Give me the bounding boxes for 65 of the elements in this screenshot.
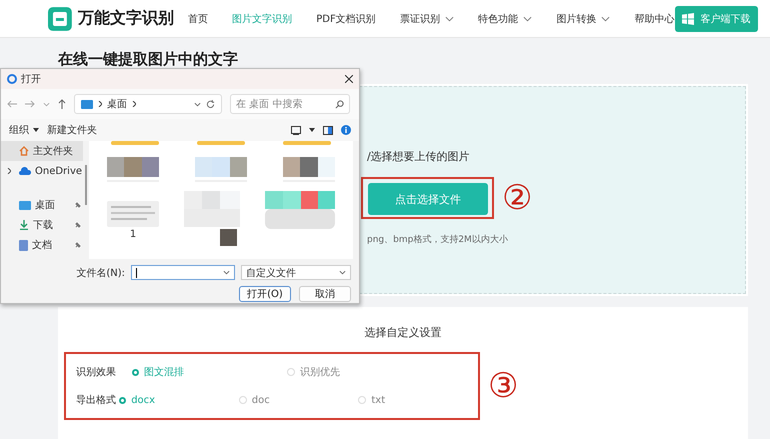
view-icon[interactable] — [291, 126, 301, 134]
chevron-icon — [7, 168, 11, 174]
nav-link[interactable]: 票证识别 — [400, 12, 454, 26]
nav-link[interactable]: 特色功能 — [478, 12, 532, 26]
sidebar-label: 文档 — [32, 238, 52, 252]
chevron-icon — [98, 101, 102, 107]
sidebar-label: 桌面 — [35, 198, 55, 212]
caret-icon — [601, 16, 610, 22]
sidebar-label: 下载 — [33, 218, 53, 232]
settings-title: 选择自定义设置 — [364, 325, 442, 340]
caret-icon — [223, 270, 230, 275]
radio-option[interactable]: 识别优先 — [287, 365, 442, 379]
caret-icon — [444, 16, 454, 22]
windows-icon — [682, 12, 694, 24]
address-bar[interactable]: 桌面 — [74, 94, 222, 114]
radio-option[interactable]: doc — [238, 394, 358, 406]
nav-link[interactable]: 帮助中心 — [634, 12, 675, 26]
upload-prompt: /选择想要上传的图片 — [367, 149, 470, 164]
search-field[interactable]: 在 桌面 中搜索 — [230, 94, 350, 114]
address-text: 桌面 — [107, 98, 127, 111]
cancel-button[interactable]: 取消 — [299, 286, 351, 302]
logo-text: 万能文字识别 — [78, 8, 174, 29]
pin-icon — [75, 202, 81, 208]
refresh-icon — [206, 100, 215, 108]
preview-pane-icon[interactable] — [323, 126, 333, 134]
cloud-icon — [19, 167, 31, 175]
nav-link[interactable]: 首页 — [188, 12, 208, 26]
step-number: ③ — [488, 368, 518, 404]
close-icon[interactable] — [345, 75, 353, 83]
chevron-icon — [132, 101, 136, 107]
file-name-field[interactable] — [131, 265, 235, 280]
page-title: 在线一键提取图片中的文字 — [58, 50, 239, 70]
pin-icon — [75, 222, 81, 228]
radio-option[interactable]: txt — [358, 394, 478, 406]
file-name: 1 — [130, 229, 136, 240]
organize-menu[interactable]: 组织 — [9, 123, 39, 137]
sidebar-item[interactable]: 主文件夹 — [1, 141, 83, 161]
monitor-icon — [81, 100, 93, 108]
open-button[interactable]: 打开(O) — [239, 286, 291, 302]
logo-icon — [48, 6, 72, 30]
up-arrow-icon[interactable] — [58, 99, 66, 109]
file-name-label: 文件名(N): — [76, 266, 125, 280]
caret-icon — [339, 270, 346, 275]
nav-link[interactable]: 图片转换 — [556, 12, 610, 26]
option-label: 识别效果 — [76, 366, 117, 379]
caret-icon — [194, 102, 201, 106]
caret-icon — [33, 128, 39, 132]
nav-link[interactable]: PDF文档识别 — [316, 12, 376, 26]
search-placeholder: 在 桌面 中搜索 — [236, 98, 302, 111]
help-icon[interactable] — [341, 125, 351, 135]
home-icon — [19, 146, 29, 156]
file-type-text: 自定义文件 — [246, 266, 296, 280]
option-label: 导出格式 — [76, 394, 117, 407]
file-type-dropdown[interactable]: 自定义文件 — [241, 265, 351, 280]
pin-icon — [75, 242, 81, 248]
download-icon — [19, 220, 29, 230]
caret-icon[interactable] — [309, 128, 315, 132]
step-number: ② — [502, 180, 532, 216]
monitor-icon — [19, 200, 31, 210]
app-icon — [7, 74, 17, 84]
dialog-title: 打开 — [21, 72, 41, 86]
caret-icon — [523, 16, 532, 22]
search-icon — [335, 100, 344, 108]
document-icon — [19, 240, 28, 250]
upload-hint: png、bmp格式，支持2M以内大小 — [367, 234, 508, 246]
